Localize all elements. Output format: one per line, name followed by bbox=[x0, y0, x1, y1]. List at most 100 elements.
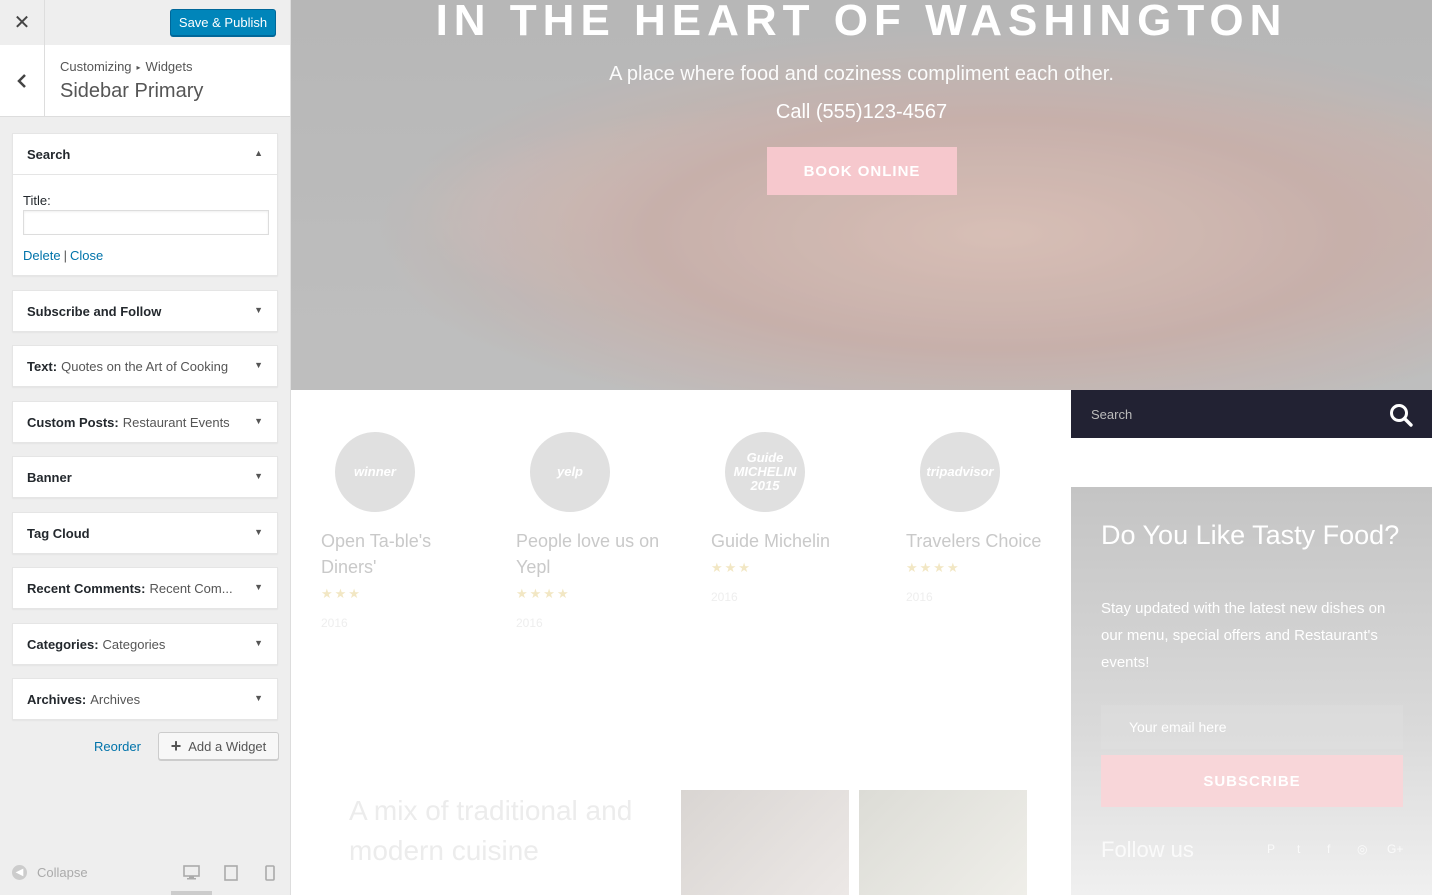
reorder-link[interactable]: Reorder bbox=[94, 739, 141, 754]
widget-name: Search bbox=[27, 146, 71, 162]
widget-name: Subscribe and Follow bbox=[27, 303, 162, 319]
award-badge: tripadvisor bbox=[920, 432, 1000, 512]
facebook-icon[interactable]: f bbox=[1327, 842, 1330, 856]
title-label: Title: bbox=[23, 193, 51, 208]
widget-name: Categories: bbox=[27, 636, 99, 652]
widget-subtitle: Archives bbox=[90, 691, 141, 707]
close-icon: ✕ bbox=[13, 12, 31, 34]
widget-subtitle: Recent Com... bbox=[149, 580, 233, 596]
mobile-icon[interactable] bbox=[265, 865, 275, 881]
widget-categories[interactable]: Categories: Categories ▼ bbox=[12, 623, 278, 665]
food-image bbox=[859, 790, 1027, 895]
widget-header[interactable]: Categories: Categories ▼ bbox=[13, 624, 277, 664]
widget-recent-comments[interactable]: Recent Comments: Recent Com... ▼ bbox=[12, 567, 278, 609]
chevron-down-icon[interactable]: ▼ bbox=[254, 527, 263, 537]
section-title: Sidebar Primary bbox=[60, 80, 204, 102]
award-name: Guide Michelin bbox=[711, 531, 831, 551]
tablet-icon[interactable] bbox=[224, 865, 238, 881]
hero-subtitle: A place where food and coziness complime… bbox=[609, 63, 1114, 85]
widget-tag-cloud[interactable]: Tag Cloud ▼ bbox=[12, 512, 278, 554]
widget-archives[interactable]: Archives: Archives ▼ bbox=[12, 678, 278, 720]
award-stars: ★★★★ bbox=[516, 586, 571, 601]
widget-header[interactable]: Archives: Archives ▼ bbox=[13, 679, 277, 719]
arrow-left-circle-icon: ◀ bbox=[12, 865, 27, 880]
book-online-button[interactable]: BOOK ONLINE bbox=[767, 147, 957, 195]
widget-header[interactable]: Banner ▼ bbox=[13, 457, 277, 497]
award-year: 2016 bbox=[906, 590, 933, 604]
section-header: Customizing ▸ Widgets Sidebar Primary bbox=[0, 45, 290, 117]
collapse-label: Collapse bbox=[37, 865, 88, 880]
chevron-down-icon[interactable]: ▼ bbox=[254, 693, 263, 703]
widget-subtitle: Categories bbox=[102, 636, 166, 652]
widget-name: Archives: bbox=[27, 691, 87, 707]
award-item: tripadvisor Travelers Choice ★★★★ 2016 bbox=[906, 432, 1076, 604]
instagram-icon[interactable]: ◎ bbox=[1357, 842, 1367, 856]
save-publish-button[interactable]: Save & Publish bbox=[170, 9, 276, 36]
follow-us-label: Follow us bbox=[1101, 837, 1194, 862]
chevron-down-icon[interactable]: ▼ bbox=[254, 360, 263, 370]
widget-subtitle: Quotes on the Art of Cooking bbox=[61, 358, 229, 374]
widget-name: Recent Comments: bbox=[27, 580, 146, 596]
delete-widget-link[interactable]: Delete bbox=[23, 248, 61, 263]
hero-title: IN THE HEART OF WASHINGTON bbox=[435, 0, 1288, 45]
close-widget-link[interactable]: Close bbox=[70, 248, 103, 263]
subscribe-title: Do You Like Tasty Food? bbox=[1101, 520, 1400, 550]
back-button[interactable] bbox=[0, 45, 45, 116]
award-item: winner Open Ta-ble's Diners' ★★★ 2016 bbox=[321, 432, 491, 630]
section-heading: A mix of traditional and modern cuisine bbox=[349, 795, 633, 866]
chevron-down-icon[interactable]: ▼ bbox=[254, 471, 263, 481]
widget-name: Custom Posts: bbox=[27, 414, 119, 430]
close-customizer-button[interactable]: ✕ bbox=[0, 0, 45, 45]
google-plus-icon[interactable]: G+ bbox=[1387, 842, 1403, 856]
award-year: 2016 bbox=[516, 616, 543, 630]
award-item: yelp People love us on Yepl ★★★★ 2016 bbox=[516, 432, 686, 630]
site-search-bar[interactable]: Search bbox=[1071, 390, 1432, 438]
widget-header[interactable]: Custom Posts: Restaurant Events ▼ bbox=[13, 402, 277, 442]
chevron-up-icon[interactable]: ▲ bbox=[254, 148, 263, 158]
widget-banner[interactable]: Banner ▼ bbox=[12, 456, 278, 498]
widget-name: Text: bbox=[27, 358, 58, 374]
search-placeholder: Search bbox=[1091, 407, 1133, 422]
widget-header[interactable]: Text: Quotes on the Art of Cooking ▼ bbox=[13, 346, 277, 386]
breadcrumb: Customizing ▸ Widgets bbox=[60, 59, 193, 74]
subscribe-widget: Do You Like Tasty Food? Stay updated wit… bbox=[1071, 487, 1432, 895]
chevron-down-icon[interactable]: ▼ bbox=[254, 305, 263, 315]
breadcrumb-separator: ▸ bbox=[136, 63, 141, 72]
widget-header[interactable]: Subscribe and Follow ▼ bbox=[13, 291, 277, 331]
desktop-icon[interactable] bbox=[183, 865, 200, 880]
customizer-header: ✕ Save & Publish bbox=[0, 0, 290, 46]
award-badge: Guide MICHELIN 2015 bbox=[725, 432, 805, 512]
twitter-icon[interactable]: t bbox=[1297, 842, 1300, 856]
subscribe-button[interactable]: SUBSCRIBE bbox=[1101, 755, 1403, 807]
breadcrumb-current: Widgets bbox=[145, 59, 193, 74]
widget-header[interactable]: Tag Cloud ▼ bbox=[13, 513, 277, 553]
email-field[interactable]: Your email here bbox=[1101, 705, 1403, 749]
chevron-down-icon[interactable]: ▼ bbox=[254, 582, 263, 592]
separator: | bbox=[63, 248, 67, 263]
add-widget-label: Add a Widget bbox=[188, 738, 267, 754]
award-stars: ★★★ bbox=[321, 586, 362, 601]
widget-search: Search ▲ Title: Delete | Close bbox=[12, 133, 278, 276]
chevron-down-icon[interactable]: ▼ bbox=[254, 638, 263, 648]
pinterest-icon[interactable]: P bbox=[1267, 842, 1275, 856]
award-name: People love us on Yepl bbox=[516, 531, 660, 577]
add-widget-button[interactable]: + Add a Widget bbox=[158, 732, 279, 760]
widget-name: Banner bbox=[27, 469, 72, 485]
widget-search-header[interactable]: Search ▲ bbox=[13, 134, 277, 175]
collapse-button[interactable]: ◀ Collapse bbox=[12, 865, 88, 880]
award-name: Travelers Choice bbox=[906, 531, 1042, 551]
plus-icon: + bbox=[170, 735, 182, 756]
title-input[interactable] bbox=[23, 210, 269, 235]
subscribe-description: Stay updated with the latest new dishes … bbox=[1101, 600, 1386, 671]
chevron-down-icon[interactable]: ▼ bbox=[254, 416, 263, 426]
widget-subscribe-follow[interactable]: Subscribe and Follow ▼ bbox=[12, 290, 278, 332]
widget-header[interactable]: Recent Comments: Recent Com... ▼ bbox=[13, 568, 277, 608]
award-item: Guide MICHELIN 2015 Guide Michelin ★★★ 2… bbox=[711, 432, 881, 604]
widget-custom-posts[interactable]: Custom Posts: Restaurant Events ▼ bbox=[12, 401, 278, 443]
search-icon[interactable] bbox=[1388, 402, 1414, 428]
hero-phone: Call (555)123-4567 bbox=[775, 101, 948, 123]
customizer-sidebar: ✕ Save & Publish Customizing ▸ Widgets Sid… bbox=[0, 0, 291, 895]
widget-subtitle: Restaurant Events bbox=[122, 414, 230, 430]
widget-text[interactable]: Text: Quotes on the Art of Cooking ▼ bbox=[12, 345, 278, 387]
award-badge: yelp bbox=[530, 432, 610, 512]
